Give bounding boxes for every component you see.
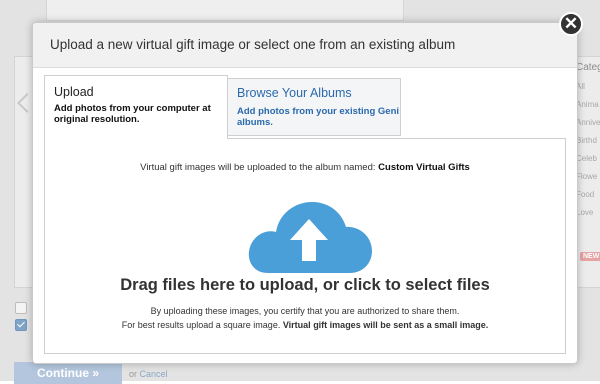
file-drop-zone[interactable]: Virtual gift images will be uploaded to … <box>44 138 566 354</box>
album-info: Virtual gift images will be uploaded to … <box>45 162 565 173</box>
tab-upload-label: Upload <box>54 85 94 99</box>
best-results-text: For best results upload a square image. … <box>45 320 565 330</box>
category-item: Food <box>576 190 595 199</box>
category-item: All <box>576 82 585 91</box>
or-label: or <box>129 369 138 379</box>
message-textarea <box>46 0 404 21</box>
category-item: Anima <box>576 100 599 109</box>
album-info-prefix: Virtual gift images will be uploaded to … <box>140 162 376 173</box>
option-checkbox-checked <box>15 319 27 331</box>
close-icon[interactable]: ✕ <box>559 12 583 36</box>
option-checkbox <box>15 302 27 314</box>
tab-browse-label: Browse Your Albums <box>237 86 352 100</box>
new-badge: NEW <box>580 252 600 261</box>
album-name: Custom Virtual Gifts <box>378 162 470 173</box>
category-title: Categ <box>576 62 600 73</box>
tab-upload[interactable]: Upload Add photos from your computer at … <box>44 75 228 139</box>
cancel-link: Cancel <box>139 369 168 379</box>
tab-upload-description: Add photos from your computer at origina… <box>54 103 211 125</box>
certify-text: By uploading these images, you certify t… <box>150 306 460 316</box>
tab-browse-description: Add photos from your existing Geni album… <box>237 106 400 128</box>
best-results-bold: Virtual gift images will be sent as a sm… <box>282 320 489 330</box>
upload-modal: Upload a new virtual gift image or selec… <box>32 22 578 364</box>
modal-title: Upload a new virtual gift image or selec… <box>50 37 456 52</box>
best-results-plain: For best results upload a square image. <box>121 320 281 330</box>
or-cancel-text: or Cancel <box>129 369 168 379</box>
modal-header: Upload a new virtual gift image or selec… <box>33 23 577 68</box>
category-list: Categ All Anima Annive Birthd Celeb Flow… <box>576 62 600 222</box>
drag-files-title: Drag files here to upload, or click to s… <box>120 276 490 294</box>
tab-browse-albums[interactable]: Browse Your Albums Add photos from your … <box>227 78 401 136</box>
category-item: Celeb <box>576 154 597 163</box>
category-item: Birthd <box>576 136 597 145</box>
category-item: Love <box>576 208 594 217</box>
category-item: Flowe <box>576 172 598 181</box>
cloud-upload-icon[interactable] <box>246 195 372 275</box>
category-item: Annive <box>576 118 600 127</box>
